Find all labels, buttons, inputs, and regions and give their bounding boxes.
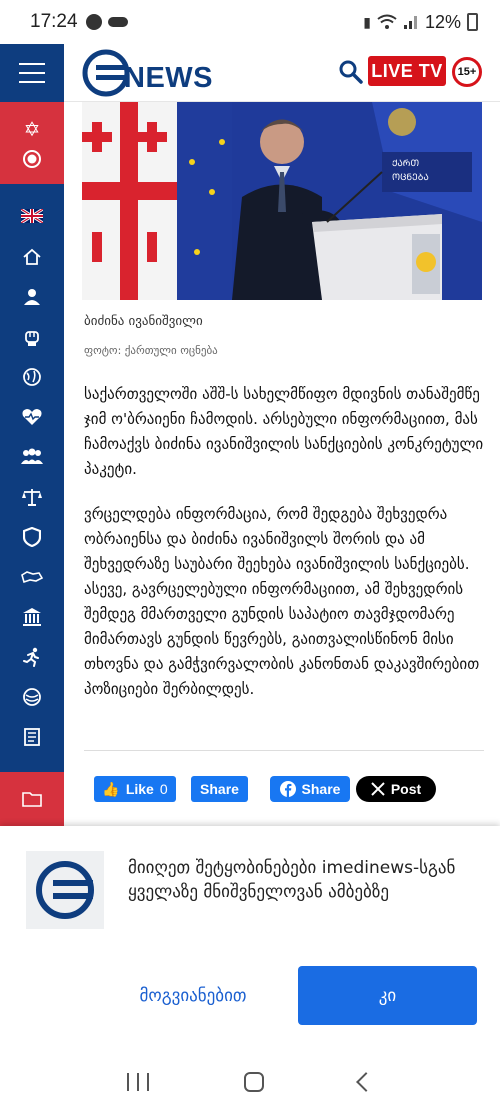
shield-graphic	[23, 527, 41, 547]
later-button[interactable]: მოგვიანებით	[110, 968, 276, 1024]
folder-icon	[22, 792, 42, 807]
search-icon[interactable]	[338, 59, 364, 85]
like-label: Like	[125, 781, 154, 797]
recents-icon[interactable]	[127, 1072, 150, 1091]
x-post-label: Post	[390, 781, 422, 797]
scales-icon[interactable]	[0, 481, 64, 513]
runner-graphic	[23, 647, 39, 667]
menu-line	[19, 63, 45, 65]
heart-graphic	[22, 409, 42, 425]
live-tv-button[interactable]: LIVE TV	[368, 56, 446, 86]
battery-percent: 12%	[424, 11, 461, 32]
allow-button[interactable]: კი	[298, 966, 477, 1025]
wifi-icon	[377, 14, 397, 29]
divider	[84, 750, 484, 751]
football-graphic	[23, 688, 41, 706]
shield-icon[interactable]	[0, 521, 64, 553]
thumbs-up-icon: 👍	[102, 780, 120, 797]
facebook-share-button[interactable]: Share	[191, 776, 248, 802]
x-post-button[interactable]: Post	[356, 776, 436, 802]
status-right: ▮ 12%	[363, 12, 478, 33]
svg-text:ᲝᲪᲜᲔᲑᲐ: ᲝᲪᲜᲔᲑᲐ	[392, 173, 429, 183]
runner-icon[interactable]	[0, 641, 64, 673]
uk-flag-graphic	[21, 209, 43, 223]
menu-line	[19, 81, 45, 83]
status-time: 17:24	[30, 11, 78, 32]
photo-caption: ბიძინა ივანიშვილი	[84, 314, 203, 329]
folder-button[interactable]	[0, 772, 64, 826]
photo-credit: ფოტო: ქართული ოცნება	[84, 344, 218, 357]
menu-line	[19, 72, 45, 74]
fist-graphic	[25, 331, 39, 346]
svg-text:ᲥᲐᲠᲗ: ᲥᲐᲠᲗ	[392, 159, 419, 169]
facebook-icon	[279, 781, 296, 797]
messenger-icon	[85, 14, 102, 30]
home-graphic	[23, 248, 41, 265]
notification-prompt: მიიღეთ შეტყობინებები imedinews-სგან ყველ…	[0, 826, 500, 1052]
document-graphic	[24, 728, 40, 746]
status-bar: 17:24 ▮ 12%	[0, 0, 500, 44]
logo-text: NEWS	[124, 61, 213, 94]
document-icon[interactable]	[0, 721, 64, 753]
site-header: NEWS LIVE TV 15+	[0, 44, 500, 102]
article-content: ᲥᲐᲠᲗ ᲝᲪᲜᲔᲑᲐ ბიძინა ივანიშვილი ფოტო: ქართ…	[64, 102, 500, 826]
cloud-icon	[107, 17, 128, 27]
imedi-logo-icon	[82, 49, 130, 97]
sidebar: ✡	[0, 102, 64, 826]
article-paragraph: საქართველოში აშშ-ს სახელმწიფო მდივნის თა…	[84, 385, 484, 478]
imedi-logo-icon	[36, 861, 94, 919]
battery-icon	[467, 13, 478, 31]
article-paragraph: ვრცელდება ინფორმაცია, რომ შედგება შეხვედ…	[84, 505, 480, 698]
star-of-david-icon[interactable]: ✡	[24, 117, 41, 141]
fist-icon[interactable]	[0, 321, 64, 353]
site-logo[interactable]: NEWS	[82, 49, 213, 97]
football-icon[interactable]	[0, 681, 64, 713]
record-icon[interactable]	[22, 149, 42, 169]
age-rating-badge: 15+	[452, 57, 482, 87]
imedi-logo	[26, 851, 104, 929]
globe-graphic	[23, 368, 41, 386]
battery-saver-icon: ▮	[363, 13, 371, 30]
institution-graphic	[23, 608, 41, 626]
facebook-like-button[interactable]: 👍 Like 0	[94, 776, 176, 802]
status-notification-icons	[85, 14, 128, 30]
x-logo-icon	[371, 782, 385, 796]
home-nav-icon[interactable]	[243, 1071, 264, 1092]
notification-message: მიიღეთ შეტყობინებები imedinews-სგან ყველ…	[128, 858, 456, 902]
back-icon[interactable]	[355, 1071, 376, 1092]
map-graphic	[21, 571, 43, 584]
article-photo: ᲥᲐᲠᲗ ᲝᲪᲜᲔᲑᲐ	[82, 102, 482, 300]
group-icon[interactable]	[0, 441, 64, 473]
home-icon[interactable]	[0, 241, 64, 273]
map-icon[interactable]	[0, 561, 64, 593]
facebook-share-button-secondary[interactable]: Share	[270, 776, 350, 802]
menu-button[interactable]	[0, 44, 64, 102]
uk-flag-icon[interactable]	[0, 200, 64, 232]
sidebar-red-block: ✡	[0, 102, 64, 184]
signal-icon	[403, 16, 417, 29]
person-graphic	[24, 289, 40, 305]
health-icon[interactable]	[0, 401, 64, 433]
like-count: 0	[159, 781, 168, 797]
institution-icon[interactable]	[0, 601, 64, 633]
person-icon[interactable]	[0, 281, 64, 313]
group-graphic	[21, 448, 43, 464]
globe-icon[interactable]	[0, 361, 64, 393]
fb-share-label: Share	[301, 781, 341, 797]
system-navigation-bar	[0, 1052, 500, 1111]
scales-graphic	[22, 489, 42, 506]
